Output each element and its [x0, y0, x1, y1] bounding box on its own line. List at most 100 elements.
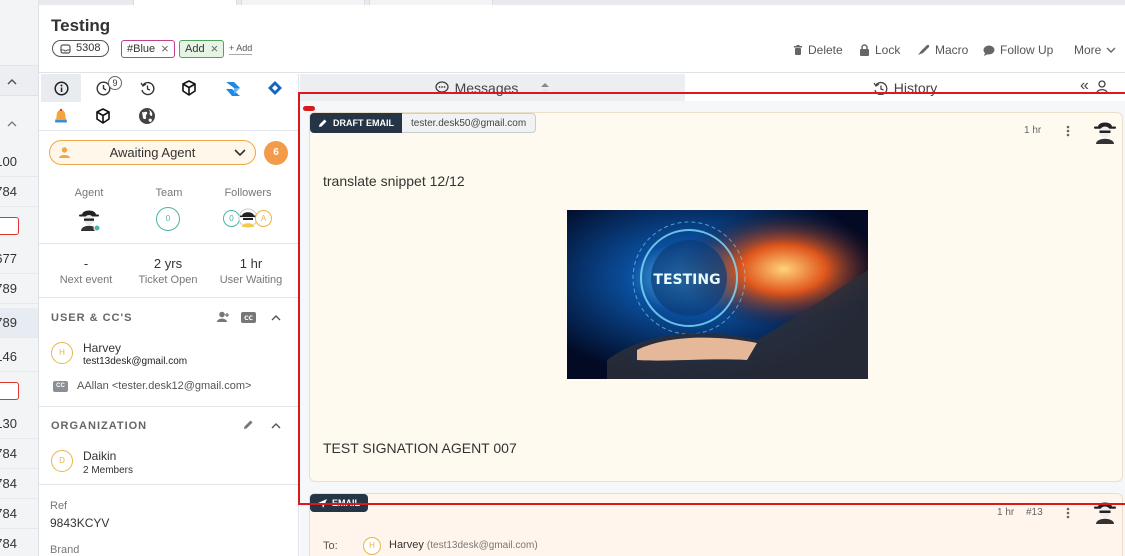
status-label: Awaiting Agent [109, 145, 196, 160]
testing-image-icon: TESTING [567, 210, 868, 379]
list-item[interactable]: 784 [0, 499, 38, 529]
conversation-tabs: Messages History « [300, 74, 1125, 101]
list-item-id: 784 [0, 506, 17, 521]
strip-collapse-bar[interactable] [0, 66, 38, 96]
ref-value: 9843KCYV [50, 516, 110, 530]
more-dropdown[interactable]: More [1074, 43, 1116, 57]
draft-email-card[interactable]: DRAFT EMAIL tester.desk50@gmail.com 1 hr… [309, 112, 1123, 482]
list-item-id: 100 [0, 154, 17, 169]
list-item[interactable]: 789 [0, 274, 38, 304]
close-icon[interactable]: × [161, 42, 169, 56]
status-select[interactable]: Awaiting Agent [49, 140, 256, 165]
list-item[interactable]: 784 [0, 439, 38, 469]
list-item-selected[interactable]: 789 [0, 308, 38, 338]
team-count[interactable]: 0 [156, 207, 180, 231]
tab-history[interactable] [127, 74, 167, 102]
org-members[interactable]: 2 Members [83, 465, 133, 476]
tab-globe[interactable] [127, 102, 167, 130]
inbox-icon [60, 43, 71, 54]
chevron-up-icon[interactable] [271, 422, 281, 429]
email-time: 1 hr [997, 507, 1015, 518]
recipient[interactable]: Harvey (test13desk@gmail.com) [389, 539, 538, 551]
tab-integration[interactable] [213, 74, 253, 102]
list-item[interactable]: 146 [0, 342, 38, 372]
side-panel-tabs: 9 [39, 74, 298, 131]
rocket-icon [918, 45, 929, 55]
cc-badge: CC [53, 381, 68, 392]
diamond-logo-icon [268, 81, 282, 95]
tab-messages[interactable]: Messages [300, 74, 685, 101]
sort-icon[interactable] [540, 82, 550, 94]
macro-button[interactable]: Macro [917, 43, 968, 57]
org-name[interactable]: Daikin [83, 449, 116, 463]
to-label: To: [323, 540, 338, 552]
tag-label: Add [185, 43, 205, 55]
cc-recipient[interactable]: AAllan <tester.desk12@gmail.com> [77, 380, 251, 392]
cube-icon [96, 108, 110, 124]
next-event-value: - [83, 256, 89, 271]
tab-history-label: History [893, 79, 938, 96]
follow-up-button[interactable]: Follow Up [983, 43, 1053, 57]
tab-app-box-2[interactable] [83, 102, 123, 130]
recipient-initial: H [363, 537, 381, 555]
list-item[interactable]: 130 [0, 409, 38, 439]
spy-avatar-icon [1094, 122, 1116, 144]
brand-label: Brand [50, 544, 80, 556]
add-tag-link[interactable]: + Add [229, 43, 253, 55]
sender-avatar[interactable] [1092, 498, 1118, 524]
list-item[interactable]: 100 [0, 147, 38, 177]
user-icon[interactable] [1096, 80, 1108, 94]
tag-add[interactable]: Add × [179, 40, 225, 58]
list-item-id: 789 [0, 315, 17, 330]
list-item[interactable]: 784 [0, 529, 38, 556]
ticket-list-strip: 100 784 677 789 789 146 130 784 784 784 … [0, 0, 39, 556]
list-item[interactable]: 784 [0, 469, 38, 499]
embedded-image: TESTING [567, 210, 868, 379]
cc-icon[interactable]: CC [241, 312, 256, 323]
sender-avatar[interactable] [1092, 118, 1118, 144]
user-name[interactable]: Harvey [83, 341, 121, 355]
kebab-menu-icon[interactable] [1066, 125, 1070, 137]
ref-label: Ref [50, 500, 68, 512]
ticket-open-value: 2 yrs [153, 256, 183, 271]
ticket-open-label: Ticket Open [138, 274, 198, 286]
list-item-badge [0, 217, 19, 235]
recipient-name: Harvey [389, 539, 424, 551]
user-email[interactable]: test13desk@gmail.com [83, 356, 187, 367]
add-user-icon[interactable] [216, 311, 230, 323]
tab-jira[interactable] [255, 74, 295, 102]
chevron-up-icon[interactable] [271, 314, 281, 321]
history-icon [873, 81, 888, 95]
lock-button[interactable]: Lock [859, 43, 900, 57]
chevron-up-icon [7, 78, 17, 85]
status-count-badge: 6 [264, 141, 288, 165]
email-card[interactable]: EMAIL 1 hr #13 To: H Harvey (test13desk@… [309, 493, 1123, 556]
agent-avatar[interactable] [77, 206, 101, 232]
ticket-id: 5308 [76, 42, 101, 54]
chevron-up-icon[interactable] [7, 120, 17, 127]
kebab-menu-icon[interactable] [1066, 507, 1070, 519]
follower-initial[interactable]: A [255, 210, 272, 227]
collapse-panel-button[interactable]: « [1080, 77, 1089, 95]
macro-label: Macro [935, 43, 969, 57]
list-item[interactable]: 784 [0, 177, 38, 207]
tab-bell[interactable] [41, 102, 81, 130]
followers-label: Followers [224, 187, 272, 199]
pencil-icon[interactable] [243, 419, 254, 430]
list-item-id: 784 [0, 184, 17, 199]
close-icon[interactable]: × [211, 42, 219, 56]
spy-avatar-icon [79, 210, 101, 232]
list-item[interactable]: 677 [0, 244, 38, 274]
tab-info[interactable] [41, 74, 81, 102]
tag-blue[interactable]: #Blue × [121, 40, 175, 58]
users-section-title: USER & CC'S [51, 312, 133, 324]
stack-logo-icon [226, 81, 240, 96]
user-waiting-label: User Waiting [219, 274, 283, 286]
tab-history[interactable]: History [685, 74, 1125, 101]
delete-button[interactable]: Delete [793, 43, 843, 57]
next-event-label: Next event [59, 274, 113, 286]
strip-top [0, 0, 38, 66]
lock-label: Lock [875, 43, 901, 57]
tab-app-box[interactable] [169, 74, 209, 102]
chevron-down-icon [234, 149, 246, 157]
